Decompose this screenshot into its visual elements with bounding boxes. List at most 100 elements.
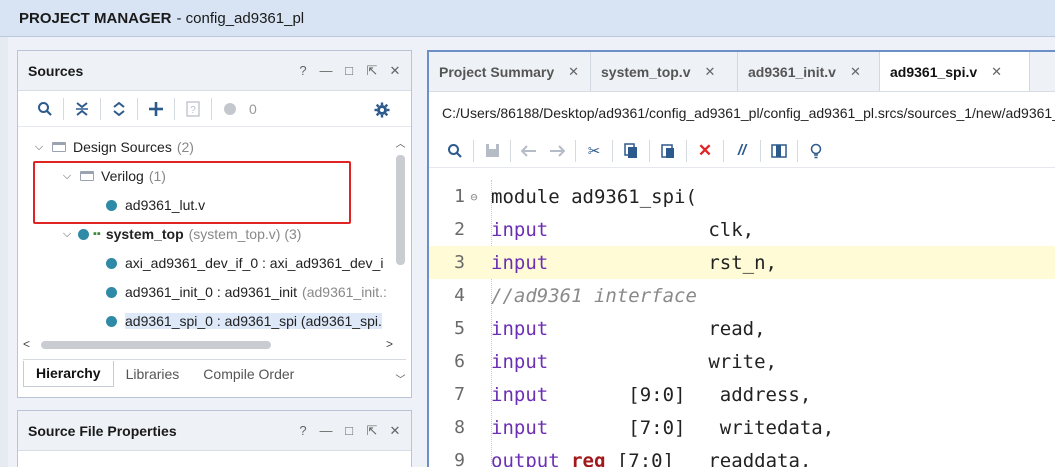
file-dot-icon <box>106 199 117 211</box>
scroll-left-icon[interactable]: < <box>23 337 30 351</box>
delete-icon[interactable]: ✕ <box>691 138 719 164</box>
code-text: [7:0] readdata, <box>605 449 812 467</box>
close-icon[interactable]: ✕ <box>850 64 861 80</box>
svg-text:?: ? <box>190 105 196 116</box>
close-icon[interactable]: ✕ <box>389 63 401 78</box>
scroll-thumb[interactable] <box>41 341 271 349</box>
save-icon[interactable] <box>478 138 506 164</box>
cut-icon[interactable]: ✂ <box>580 138 608 164</box>
column-block-icon[interactable] <box>765 138 793 164</box>
minimize-icon[interactable]: — <box>320 423 333 438</box>
chevron-down-icon[interactable]: ⌵ <box>32 141 46 154</box>
tree-item-ad9361-lut[interactable]: ad9361_lut.v <box>106 191 205 219</box>
folder-icon <box>52 142 66 152</box>
keyword: input <box>491 251 549 274</box>
chevron-down-icon[interactable]: ⌵ <box>60 170 74 183</box>
file-dot-icon <box>106 315 117 327</box>
expand-all-icon[interactable] <box>104 96 134 122</box>
close-icon[interactable]: ✕ <box>991 64 1002 80</box>
chevron-down-icon[interactable]: ⌵ <box>60 228 74 241</box>
line-number: 3 <box>454 252 465 273</box>
tree-item-file: (system_top.v) (3) <box>188 226 302 242</box>
code-line: 9 output reg [7:0] readdata, <box>429 444 1055 467</box>
close-icon[interactable]: ✕ <box>389 423 401 438</box>
float-icon[interactable]: ⇱ <box>366 63 378 78</box>
title-project: - config_ad9361_pl <box>176 9 305 27</box>
tree-item-label: ad9361_lut.v <box>125 197 206 213</box>
code-area[interactable]: 1 ⊖ module ad9361_spi( 2 input clk, 3 in… <box>429 180 1055 467</box>
tab-hierarchy[interactable]: Hierarchy <box>23 360 114 387</box>
fold-icon[interactable]: ⊖ <box>465 190 483 204</box>
code-text: clk, <box>548 218 755 241</box>
tree-horizontal-scrollbar[interactable]: < > <box>23 337 393 351</box>
left-edge <box>0 37 8 467</box>
undo-icon[interactable] <box>515 138 543 164</box>
keyword: input <box>491 383 549 406</box>
tab-libraries[interactable]: Libraries <box>114 361 192 387</box>
add-sources-icon[interactable] <box>141 96 171 122</box>
float-icon[interactable]: ⇱ <box>366 423 378 438</box>
toolbar-divider <box>100 97 101 120</box>
scroll-thumb[interactable] <box>396 155 405 265</box>
tree-item-system-top[interactable]: ⌵ ▪▪ system_top (system_top.v) (3) <box>60 220 302 248</box>
folder-icon <box>80 171 94 181</box>
help-icon[interactable]: ? <box>297 63 309 78</box>
sources-toolbar: ? 0 <box>18 91 411 127</box>
sources-window-controls: ? — □ ⇱ ✕ <box>297 51 401 90</box>
collapse-all-icon[interactable] <box>67 96 97 122</box>
toolbar-divider <box>510 139 511 162</box>
sources-header: Sources ? — □ ⇱ ✕ <box>18 51 411 91</box>
unknown-file-icon[interactable]: ? <box>178 96 208 122</box>
tree-item-ad9361-init[interactable]: ad9361_init_0 : ad9361_init (ad9361_init… <box>106 278 387 306</box>
tab-compile-order[interactable]: Compile Order <box>191 361 306 387</box>
line-number: 1 <box>454 186 465 207</box>
tree-item-verilog[interactable]: ⌵ Verilog (1) <box>60 162 166 190</box>
tab-system-top[interactable]: system_top.v ✕ <box>591 52 738 91</box>
tree-item-ad9361-spi[interactable]: ad9361_spi_0 : ad9361_spi (ad9361_spi. <box>106 307 382 335</box>
line-number: 4 <box>454 285 465 306</box>
toolbar-divider <box>174 97 175 120</box>
code-line: 6 input write, <box>429 345 1055 378</box>
tree-vertical-scrollbar[interactable]: ︿ ﹀ <box>394 135 407 386</box>
gear-icon[interactable] <box>367 97 397 123</box>
minimize-icon[interactable]: — <box>320 63 333 78</box>
tab-project-summary[interactable]: Project Summary ✕ <box>429 52 591 91</box>
code-line: 4 //ad9361 interface <box>429 279 1055 312</box>
editor-toolbar: ✂ ✕ // <box>429 134 1055 168</box>
close-icon[interactable]: ✕ <box>704 64 715 80</box>
close-icon[interactable]: ✕ <box>568 64 579 80</box>
editor-tabs: Project Summary ✕ system_top.v ✕ ad9361_… <box>429 52 1055 92</box>
toolbar-divider <box>473 139 474 162</box>
lightbulb-icon[interactable] <box>802 138 830 164</box>
toolbar-divider <box>797 139 798 162</box>
toolbar-divider <box>723 139 724 162</box>
line-number: 7 <box>454 384 465 405</box>
file-dot-icon <box>106 257 117 269</box>
tree-item-label: axi_ad9361_dev_if_0 : axi_ad9361_dev_i <box>125 255 384 271</box>
line-number: 5 <box>454 318 465 339</box>
tab-ad9361-spi[interactable]: ad9361_spi.v ✕ <box>880 52 1030 91</box>
search-icon[interactable] <box>441 138 469 164</box>
code-text: module ad9361_spi( <box>491 185 697 208</box>
scroll-up-icon[interactable]: ︿ <box>394 135 407 150</box>
tab-ad9361-init[interactable]: ad9361_init.v ✕ <box>738 52 880 91</box>
comment-toggle-icon[interactable]: // <box>728 138 756 164</box>
scroll-right-icon[interactable]: > <box>386 337 393 351</box>
maximize-icon[interactable]: □ <box>343 63 355 78</box>
sources-view-tabs: Hierarchy Libraries Compile Order <box>23 359 406 387</box>
keyword: input <box>491 218 549 241</box>
properties-header: Source File Properties ? — □ ⇱ ✕ <box>18 411 411 451</box>
search-icon[interactable] <box>30 96 60 122</box>
code-text: [9:0] address, <box>548 383 812 406</box>
copy-icon[interactable] <box>617 138 645 164</box>
file-dot-icon <box>78 228 89 240</box>
maximize-icon[interactable]: □ <box>343 423 355 438</box>
code-line: 8 input [7:0] writedata, <box>429 411 1055 444</box>
tree-item-dev-if[interactable]: axi_ad9361_dev_if_0 : axi_ad9361_dev_i <box>106 249 383 277</box>
tree-item-design-sources[interactable]: ⌵ Design Sources (2) <box>32 133 194 161</box>
help-icon[interactable]: ? <box>297 423 309 438</box>
paste-icon[interactable] <box>654 138 682 164</box>
code-line: 1 ⊖ module ad9361_spi( <box>429 180 1055 213</box>
redo-icon[interactable] <box>543 138 571 164</box>
keyword: input <box>491 317 549 340</box>
